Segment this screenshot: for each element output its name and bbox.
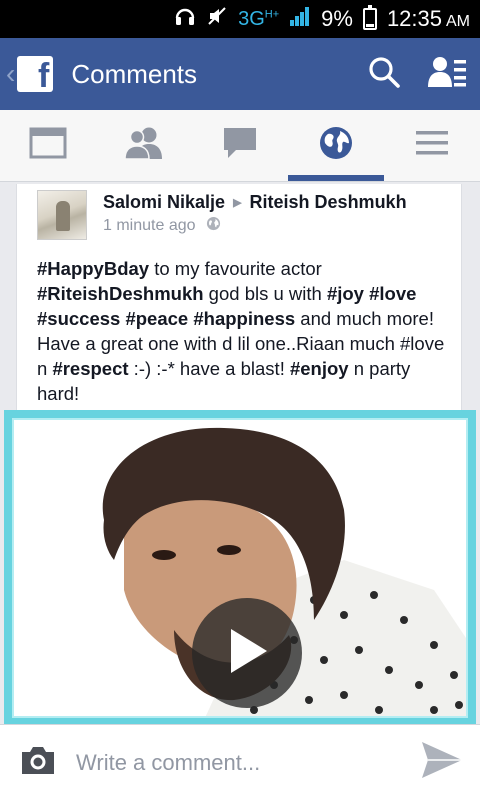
battery-percent: 9% bbox=[321, 6, 353, 31]
signal-icon bbox=[289, 5, 311, 33]
hashtag[interactable]: #respect bbox=[52, 358, 128, 379]
news-feed-icon bbox=[29, 127, 67, 164]
camera-button[interactable] bbox=[0, 744, 76, 781]
hashtag[interactable]: #peace bbox=[125, 308, 188, 329]
comment-bar bbox=[0, 724, 480, 800]
post-time[interactable]: 1 minute ago bbox=[103, 217, 196, 235]
more-menu-icon bbox=[415, 129, 449, 162]
search-icon bbox=[367, 55, 401, 94]
video-attachment[interactable] bbox=[4, 410, 476, 726]
page-title: Comments bbox=[71, 58, 198, 89]
clock-time: 12:35 bbox=[386, 6, 442, 31]
post-card: Salomi Nikalje ▶ Riteish Deshmukh 1 minu… bbox=[16, 184, 462, 414]
mute-icon bbox=[206, 5, 228, 33]
public-globe-icon bbox=[206, 216, 221, 236]
tab-news-feed[interactable] bbox=[0, 110, 96, 181]
post-text-segment: to my favourite actor bbox=[149, 258, 322, 279]
network-sup: H+ bbox=[264, 7, 280, 20]
back-button[interactable]: ‹ f bbox=[0, 38, 54, 110]
back-icon: ‹ bbox=[6, 58, 16, 89]
hashtag[interactable]: #joy bbox=[327, 283, 364, 304]
battery-icon bbox=[362, 5, 377, 30]
video-thumbnail bbox=[12, 418, 468, 718]
target-name[interactable]: Riteish Deshmukh bbox=[250, 192, 407, 213]
tab-bar bbox=[0, 110, 480, 182]
post-header: Salomi Nikalje ▶ Riteish Deshmukh bbox=[103, 192, 407, 213]
camera-icon bbox=[19, 744, 57, 781]
play-button[interactable] bbox=[192, 598, 302, 708]
friends-icon bbox=[122, 126, 166, 165]
facebook-logo: f bbox=[17, 56, 54, 92]
comment-input[interactable] bbox=[76, 732, 404, 793]
arrow-right-icon: ▶ bbox=[233, 197, 242, 209]
hashtag[interactable]: #success bbox=[37, 308, 120, 329]
friend-requests-icon bbox=[428, 55, 468, 94]
post-text: #HappyBday to my favourite actor #Riteis… bbox=[37, 256, 453, 406]
hashtag[interactable]: #HappyBday bbox=[37, 258, 149, 279]
hashtag[interactable]: #happiness bbox=[193, 308, 295, 329]
send-button[interactable] bbox=[404, 740, 480, 785]
notifications-globe-icon bbox=[318, 125, 354, 166]
search-button[interactable] bbox=[352, 38, 416, 110]
hashtag[interactable]: #enjoy bbox=[290, 358, 349, 379]
hashtag[interactable]: #RiteishDeshmukh bbox=[37, 283, 204, 304]
tab-friends[interactable] bbox=[96, 110, 192, 181]
tab-messages[interactable] bbox=[192, 110, 288, 181]
send-icon bbox=[420, 740, 464, 785]
clock-ampm: AM bbox=[446, 13, 470, 30]
hashtag[interactable]: #love bbox=[369, 283, 416, 304]
tab-notifications[interactable] bbox=[288, 110, 384, 181]
status-bar: 3GH+ 9% 12:35 AM bbox=[0, 0, 480, 38]
app-bar: ‹ f Comments bbox=[0, 38, 480, 110]
author-name[interactable]: Salomi Nikalje bbox=[103, 192, 225, 213]
post-meta: 1 minute ago bbox=[103, 216, 221, 236]
network-type: 3GH+ bbox=[238, 8, 279, 31]
friend-requests-button[interactable] bbox=[416, 38, 480, 110]
headset-icon bbox=[174, 5, 196, 33]
play-icon bbox=[225, 627, 269, 680]
avatar[interactable] bbox=[37, 190, 87, 240]
messages-icon bbox=[222, 126, 258, 165]
network-label: 3G bbox=[238, 7, 265, 30]
tab-more[interactable] bbox=[384, 110, 480, 181]
post-text-segment: god bls u with bbox=[203, 283, 327, 304]
clock: 12:35 AM bbox=[387, 6, 470, 32]
post-text-segment: :-) :-* have a blast! bbox=[128, 358, 290, 379]
